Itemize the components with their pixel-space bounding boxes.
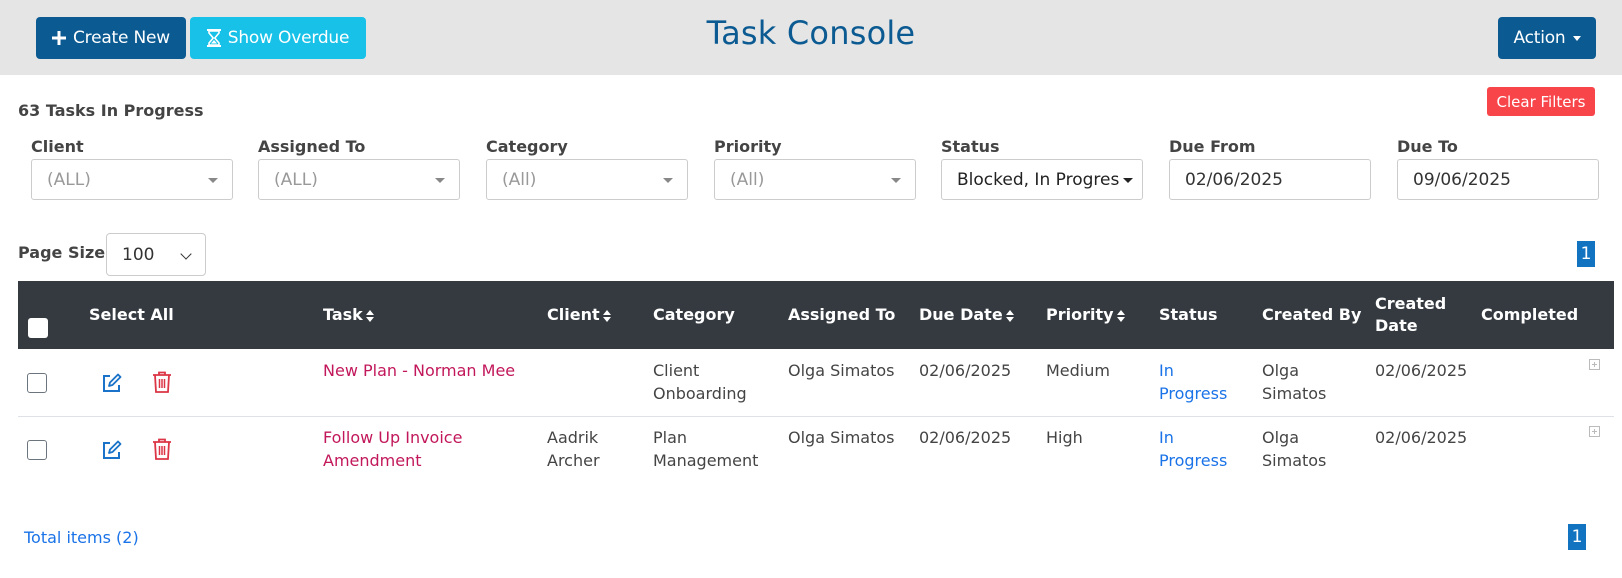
chevron-down-icon <box>180 248 192 260</box>
caret-down-icon <box>435 178 445 183</box>
sort-icon <box>365 309 374 322</box>
action-dropdown-button[interactable]: Action <box>1498 17 1596 59</box>
category-filter-select[interactable]: (All) <box>486 159 688 200</box>
status-filter-label: Status <box>941 137 1000 156</box>
col-task-label: Task <box>323 305 363 324</box>
page-title: Task Console <box>706 14 916 52</box>
sort-icon <box>602 309 611 322</box>
caret-down-icon <box>1572 35 1581 41</box>
col-client-label: Client <box>547 305 600 324</box>
priority-filter-select[interactable]: (All) <box>714 159 916 200</box>
caret-down-icon <box>663 178 673 183</box>
clear-filters-button[interactable]: Clear Filters <box>1487 87 1595 116</box>
priority-filter-value: (All) <box>730 169 765 190</box>
client-filter-value: (ALL) <box>47 169 91 190</box>
table-row: New Plan - Norman Mee Client Onboarding … <box>18 349 1614 417</box>
row-created-by: Olga Simatos <box>1262 361 1327 403</box>
trash-icon[interactable] <box>152 371 172 393</box>
client-filter-select[interactable]: (ALL) <box>31 159 233 200</box>
col-task[interactable]: Task <box>323 304 374 326</box>
category-filter-value: (All) <box>502 169 537 190</box>
edit-icon[interactable] <box>101 439 123 461</box>
col-select-all[interactable]: Select All <box>89 304 174 326</box>
expand-icon[interactable] <box>1589 359 1600 370</box>
due-to-filter-label: Due To <box>1397 137 1458 156</box>
col-client[interactable]: Client <box>547 304 611 326</box>
col-created-by: Created By <box>1262 305 1362 324</box>
pager-page-top[interactable]: 1 <box>1577 241 1595 267</box>
col-due-date-label: Due Date <box>919 305 1003 324</box>
col-status: Status <box>1159 305 1218 324</box>
due-to-value: 09/06/2025 <box>1413 169 1511 190</box>
table-row: Follow Up Invoice Amendment Aadrik Arche… <box>18 416 1614 483</box>
row-status-link[interactable]: In Progress <box>1159 359 1239 405</box>
due-from-filter-label: Due From <box>1169 137 1256 156</box>
due-from-value: 02/06/2025 <box>1185 169 1283 190</box>
caret-down-icon <box>208 178 218 183</box>
row-checkbox[interactable] <box>27 373 47 393</box>
due-to-input[interactable]: 09/06/2025 <box>1397 159 1599 200</box>
col-priority[interactable]: Priority <box>1046 304 1125 326</box>
row-priority: Medium <box>1046 361 1110 380</box>
sort-icon <box>1005 309 1014 322</box>
select-all-checkbox[interactable] <box>28 318 48 338</box>
edit-icon[interactable] <box>101 372 123 394</box>
caret-down-icon <box>891 178 901 183</box>
total-items: Total items (2) <box>24 528 139 547</box>
page-size-value: 100 <box>122 244 155 265</box>
row-status-link[interactable]: In Progress <box>1159 426 1239 472</box>
col-category: Category <box>653 305 735 324</box>
action-label: Action <box>1513 28 1566 48</box>
row-created-date: 02/06/2025 <box>1375 361 1468 380</box>
col-priority-label: Priority <box>1046 305 1114 324</box>
row-priority: High <box>1046 428 1083 447</box>
row-checkbox[interactable] <box>27 440 47 460</box>
row-due-date: 02/06/2025 <box>919 361 1012 380</box>
client-filter-label: Client <box>31 137 84 156</box>
col-due-date[interactable]: Due Date <box>919 304 1014 326</box>
col-assigned-to: Assigned To <box>788 305 896 324</box>
tasks-summary: 63 Tasks In Progress <box>18 101 204 120</box>
table-header: Select All Task Client Category Assigned… <box>18 281 1614 349</box>
assigned-to-filter-label: Assigned To <box>258 137 366 156</box>
trash-icon[interactable] <box>152 438 172 460</box>
pager-page-bottom[interactable]: 1 <box>1568 524 1586 550</box>
row-task-link[interactable]: Follow Up Invoice Amendment <box>323 426 493 472</box>
page-size-select[interactable]: 100 <box>106 233 206 276</box>
row-created-by: Olga Simatos <box>1262 428 1327 470</box>
status-filter-value: Blocked, In Progres <box>957 169 1120 190</box>
row-category: Plan Management <box>653 428 759 470</box>
row-task-link[interactable]: New Plan - Norman Mee <box>323 359 515 382</box>
status-filter-select[interactable]: Blocked, In Progres <box>941 159 1143 200</box>
row-category: Client Onboarding <box>653 361 747 403</box>
col-created-date: Created Date <box>1375 294 1447 335</box>
row-client: Aadrik Archer <box>547 428 600 470</box>
assigned-to-filter-select[interactable]: (ALL) <box>258 159 460 200</box>
caret-down-icon <box>1123 178 1133 183</box>
category-filter-label: Category <box>486 137 568 156</box>
row-assigned-to: Olga Simatos <box>788 428 895 447</box>
page-size-label: Page Size: <box>18 243 112 262</box>
row-created-date: 02/06/2025 <box>1375 428 1468 447</box>
row-assigned-to: Olga Simatos <box>788 361 895 380</box>
sort-icon <box>1116 309 1125 322</box>
assigned-to-filter-value: (ALL) <box>274 169 318 190</box>
expand-icon[interactable] <box>1589 426 1600 437</box>
due-from-input[interactable]: 02/06/2025 <box>1169 159 1371 200</box>
priority-filter-label: Priority <box>714 137 782 156</box>
col-completed: Completed <box>1481 305 1579 324</box>
row-due-date: 02/06/2025 <box>919 428 1012 447</box>
